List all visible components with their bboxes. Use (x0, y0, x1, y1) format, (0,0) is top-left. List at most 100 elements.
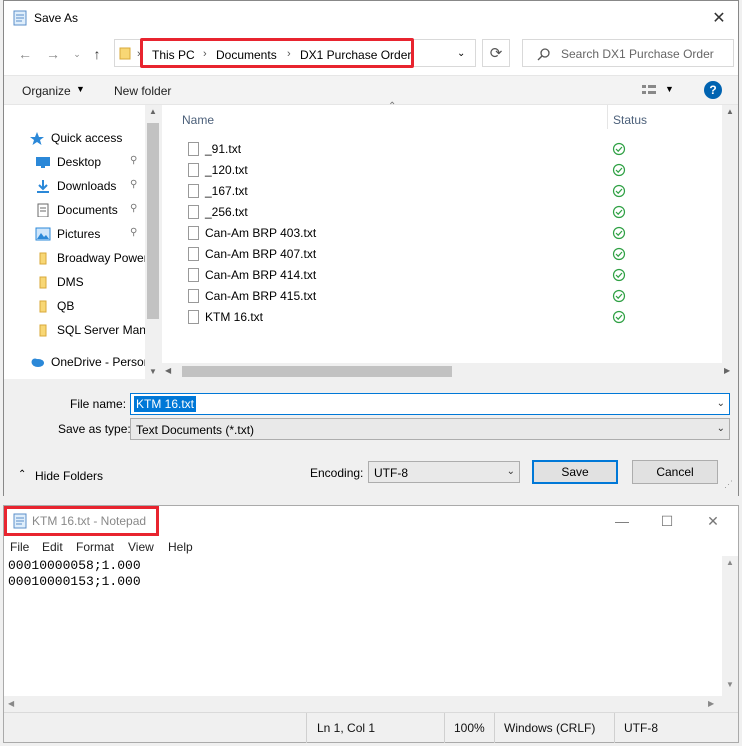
file-row[interactable]: _256.txt (182, 202, 712, 223)
file-row[interactable]: _120.txt (182, 160, 712, 181)
recent-dropdown-icon[interactable]: ⌄ (68, 45, 86, 63)
chevron-down-icon[interactable]: ⌄ (717, 398, 725, 409)
sync-ok-icon (612, 142, 626, 156)
minimize-icon[interactable]: — (607, 512, 637, 530)
sync-ok-icon (612, 247, 626, 261)
nav-item-broadway-power[interactable]: Broadway Power (4, 247, 148, 269)
file-row[interactable]: Can-Am BRP 407.txt (182, 244, 712, 265)
title-highlight-box (4, 506, 159, 536)
address-highlight-box (140, 38, 414, 68)
file-row[interactable]: _91.txt (182, 139, 712, 160)
file-name: KTM 16.txt (205, 310, 264, 324)
scrollbar-thumb[interactable] (182, 366, 452, 377)
file-row[interactable]: KTM 16.txt (182, 307, 712, 328)
nav-item-sql-server-mana[interactable]: SQL Server Mana (4, 319, 153, 341)
file-list-pane: ⌃ Name Status _91.txt _120.txt _167.txt _25… (162, 101, 738, 380)
chevron-down-icon[interactable]: ⌄ (717, 423, 725, 434)
back-arrow-icon[interactable]: ← (16, 45, 34, 63)
folder-icon (35, 299, 51, 313)
notepad-app-icon (12, 10, 28, 26)
file-row[interactable]: Can-Am BRP 414.txt (182, 265, 712, 286)
organize-button[interactable]: Organize (22, 84, 71, 98)
text-file-icon (188, 163, 199, 177)
chevron-up-icon[interactable]: ⌃ (18, 469, 26, 480)
view-options-icon[interactable] (641, 83, 657, 97)
refresh-icon[interactable]: ⟳ (482, 39, 510, 67)
nav-item-documents[interactable]: Documents ⚲ (4, 199, 144, 221)
new-folder-button[interactable]: New folder (114, 84, 171, 98)
maximize-icon[interactable]: ☐ (652, 512, 682, 530)
nav-item-label: Quick access (51, 131, 123, 145)
menu-edit[interactable]: Edit (42, 540, 63, 554)
search-icon (537, 47, 551, 61)
close-icon[interactable]: ✕ (698, 512, 728, 530)
cancel-button[interactable]: Cancel (632, 460, 718, 484)
file-row[interactable]: Can-Am BRP 415.txt (182, 286, 712, 307)
pin-icon[interactable]: ⚲ (130, 203, 137, 214)
scrollbar-thumb[interactable] (147, 123, 159, 319)
scroll-left-icon[interactable]: ◀ (165, 366, 171, 375)
chevron-down-icon[interactable]: ⌄ (457, 48, 465, 59)
command-toolbar: Organize ▼ New folder ▼ ? (4, 75, 738, 105)
encoding-select[interactable]: UTF-8 ⌄ (368, 461, 520, 483)
chevron-down-icon[interactable]: ⌄ (507, 466, 515, 477)
scroll-right-icon[interactable]: ▶ (724, 366, 730, 375)
menu-format[interactable]: Format (76, 540, 114, 554)
hide-folders-button[interactable]: Hide Folders (35, 469, 103, 483)
scroll-right-icon[interactable]: ▶ (708, 699, 714, 708)
file-list-vscroll[interactable]: ▲ (722, 105, 738, 363)
status-divider (494, 713, 495, 743)
search-placeholder: Search DX1 Purchase Order (561, 47, 714, 61)
sync-ok-icon (612, 163, 626, 177)
file-list-hscroll[interactable]: ◀ ▶ (162, 363, 738, 380)
search-box[interactable]: Search DX1 Purchase Order (522, 39, 734, 67)
column-header-name[interactable]: Name (182, 113, 214, 127)
save-button[interactable]: Save (532, 460, 618, 484)
dialog-titlebar: Save As ✕ (4, 1, 738, 35)
pin-icon[interactable]: ⚲ (130, 179, 137, 190)
nav-item-label: OneDrive - Person (51, 355, 151, 369)
menu-file[interactable]: File (10, 540, 29, 554)
save-as-type-select[interactable]: Text Documents (*.txt) ⌄ (130, 418, 730, 440)
close-icon[interactable]: ✕ (706, 7, 732, 29)
text-file-icon (188, 142, 199, 156)
menu-view[interactable]: View (128, 540, 154, 554)
scroll-down-icon[interactable]: ▼ (149, 367, 157, 376)
nav-item-quick-access[interactable]: Quick access (4, 127, 144, 149)
save-as-type-value: Text Documents (*.txt) (136, 423, 255, 437)
file-row[interactable]: Can-Am BRP 403.txt (182, 223, 712, 244)
pin-icon[interactable]: ⚲ (130, 227, 137, 238)
nav-item-label: Downloads (57, 179, 117, 193)
nav-item-qb[interactable]: QB (4, 295, 144, 317)
sync-ok-icon (612, 184, 626, 198)
menu-help[interactable]: Help (168, 540, 193, 554)
resize-grip-icon[interactable]: ⋰ (724, 479, 733, 490)
nav-pane-scrollbar[interactable]: ▲ ▼ (145, 105, 162, 379)
scroll-down-icon[interactable]: ▼ (726, 680, 734, 689)
help-icon[interactable]: ? (704, 81, 722, 99)
column-header-status[interactable]: Status (613, 113, 647, 127)
file-name-input[interactable]: KTM 16.txt ⌄ (130, 393, 730, 415)
pin-icon[interactable]: ⚲ (130, 155, 137, 166)
notepad-hscroll[interactable]: ◀ ▶ (4, 696, 722, 712)
scroll-up-icon[interactable]: ▲ (726, 558, 734, 567)
nav-item-downloads[interactable]: Downloads ⚲ (4, 175, 144, 197)
file-row[interactable]: _167.txt (182, 181, 712, 202)
sync-ok-icon (612, 205, 626, 219)
scroll-up-icon[interactable]: ▲ (726, 107, 734, 116)
notepad-text-area[interactable]: 00010000058;1.000 00010000153;1.000 (8, 558, 141, 590)
nav-item-desktop[interactable]: Desktop ⚲ (4, 151, 144, 173)
caret-down-icon[interactable]: ▼ (665, 84, 674, 94)
notepad-menubar: File Edit Format View Help (4, 538, 738, 556)
nav-item-dms[interactable]: DMS (4, 271, 144, 293)
forward-arrow-icon[interactable]: → (44, 45, 62, 63)
column-divider[interactable] (607, 105, 608, 129)
up-arrow-icon[interactable]: ↑ (88, 45, 106, 63)
caret-down-icon[interactable]: ▼ (76, 84, 85, 94)
file-name: Can-Am BRP 403.txt (205, 226, 317, 240)
scroll-up-icon[interactable]: ▲ (149, 107, 157, 116)
nav-item-onedrive-person[interactable]: OneDrive - Person (4, 351, 150, 373)
scroll-left-icon[interactable]: ◀ (8, 699, 14, 708)
notepad-vscroll[interactable]: ▲ ▼ (722, 556, 738, 712)
nav-item-pictures[interactable]: Pictures ⚲ (4, 223, 144, 245)
